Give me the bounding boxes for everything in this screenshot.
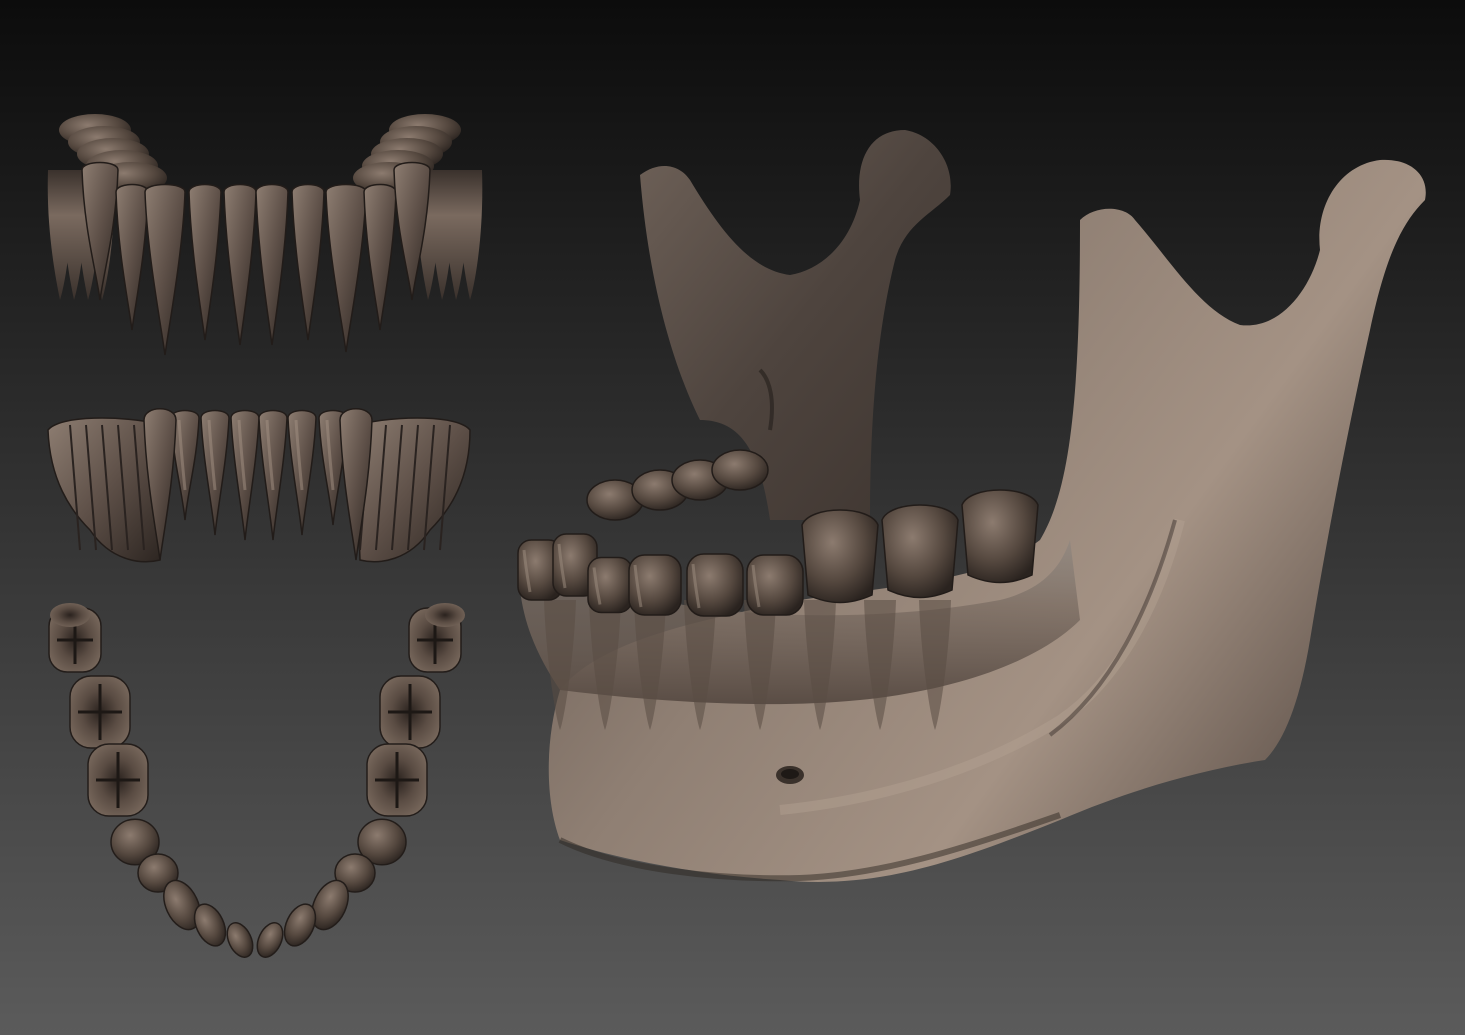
third-molar bbox=[425, 603, 465, 627]
far-molar bbox=[711, 449, 769, 491]
third-molar bbox=[50, 603, 90, 627]
mandible-render bbox=[0, 0, 1465, 1035]
render-canvas bbox=[0, 0, 1465, 1035]
near-molar bbox=[881, 504, 959, 599]
near-molar bbox=[801, 509, 879, 604]
front-crown bbox=[587, 556, 633, 614]
near-molar bbox=[961, 489, 1039, 584]
